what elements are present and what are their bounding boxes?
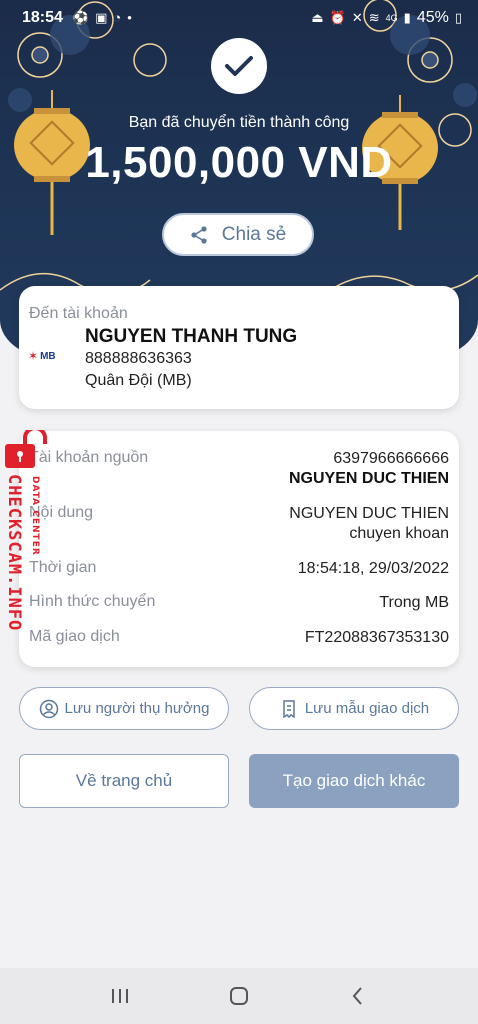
watermark-main-text: CHECKSCAM.INFO <box>4 474 24 632</box>
mb-star-icon: ✶ <box>28 349 39 363</box>
watermark-sub-text: DATA CENTER <box>30 476 40 556</box>
alarm-icon: ⏰ <box>329 10 346 25</box>
method-value: Trong MB <box>379 594 449 611</box>
transaction-id-row: Mã giao dịch FT22088367353130 <box>29 628 449 648</box>
save-template-button[interactable]: Lưu mẫu giao dịch <box>249 687 459 730</box>
network-label: 4G <box>385 13 398 23</box>
bank-logo-text: MB <box>40 350 56 362</box>
success-message: Bạn đã chuyển tiền thành công <box>128 114 350 131</box>
recipient-bank-name: Quân Đội (MB) <box>85 372 192 389</box>
soccer-icon: ⚽ <box>72 10 90 25</box>
status-bar: 18:54 ⚽ ▣ ◔ • ⏏ ⏰ ✕ ≋ 4G ▮ 45% ▯ <box>0 0 478 36</box>
recent-apps-icon[interactable] <box>109 986 131 1006</box>
home-icon[interactable] <box>228 985 250 1007</box>
lock-icon <box>5 430 47 468</box>
source-account-name: NGUYEN DUC THIEN <box>288 470 449 487</box>
circle-app-icon: ◔ <box>113 10 122 25</box>
share-button[interactable]: Chia sẻ <box>162 213 314 256</box>
recipient-name: NGUYEN THANH TUNG <box>85 326 298 347</box>
checkscam-watermark: CHECKSCAM.INFO DATA CENTER <box>0 430 60 670</box>
recipient-label: Đến tài khoản <box>29 305 128 322</box>
signal-icon: ▮ <box>403 10 411 25</box>
battery-icon: ▯ <box>454 10 462 25</box>
alarm-lock-icon: ⏏ <box>311 10 324 25</box>
home-button-label: Về trang chủ <box>75 771 173 790</box>
status-time: 18:54 <box>22 9 63 26</box>
save-recipient-label: Lưu người thụ hưởng <box>64 700 210 717</box>
time-row: Thời gian 18:54:18, 29/03/2022 <box>29 559 449 579</box>
success-check-badge <box>211 38 267 94</box>
source-account-number: 6397966666666 <box>333 450 449 467</box>
back-icon[interactable] <box>347 985 369 1007</box>
system-nav-bar <box>0 968 478 1024</box>
time-value: 18:54:18, 29/03/2022 <box>297 560 449 577</box>
transfer-amount: 1,500,000 VND <box>85 138 393 187</box>
content-line-2: chuyen khoan <box>349 525 449 542</box>
recipient-account-number: 888888636363 <box>85 350 192 367</box>
source-account-row: Tài khoản nguồn 6397966666666 NGUYEN DUC… <box>29 449 449 489</box>
method-row: Hình thức chuyển Trong MB <box>29 593 449 613</box>
new-transaction-label: Tạo giao dịch khác <box>282 771 426 790</box>
checkmark-icon <box>225 56 253 76</box>
bank-logo: ✶ MB <box>28 349 56 363</box>
save-template-label: Lưu mẫu giao dịch <box>304 700 430 717</box>
content-line-1: NGUYEN DUC THIEN <box>289 505 449 522</box>
recipient-card: Đến tài khoản ✶ MB NGUYEN THANH TUNG 888… <box>19 286 459 409</box>
home-button[interactable]: Về trang chủ <box>19 754 229 808</box>
receipt-icon <box>283 699 295 718</box>
user-icon <box>39 699 58 718</box>
mute-icon: ✕ <box>351 10 363 25</box>
wifi-icon: ≋ <box>368 10 380 25</box>
share-label: Chia sẻ <box>221 223 287 245</box>
battery-level: 45% <box>416 9 449 26</box>
save-recipient-button[interactable]: Lưu người thụ hưởng <box>19 687 229 730</box>
transaction-id-value: FT22088367353130 <box>304 629 449 646</box>
content-row: Nội dung NGUYEN DUC THIEN chuyen khoan <box>29 504 449 544</box>
share-icon <box>191 225 207 244</box>
s-app-icon: ▣ <box>95 10 108 25</box>
dot-icon: • <box>127 10 132 25</box>
new-transaction-button[interactable]: Tạo giao dịch khác <box>249 754 459 808</box>
transaction-details-card: Tài khoản nguồn 6397966666666 NGUYEN DUC… <box>19 431 459 667</box>
